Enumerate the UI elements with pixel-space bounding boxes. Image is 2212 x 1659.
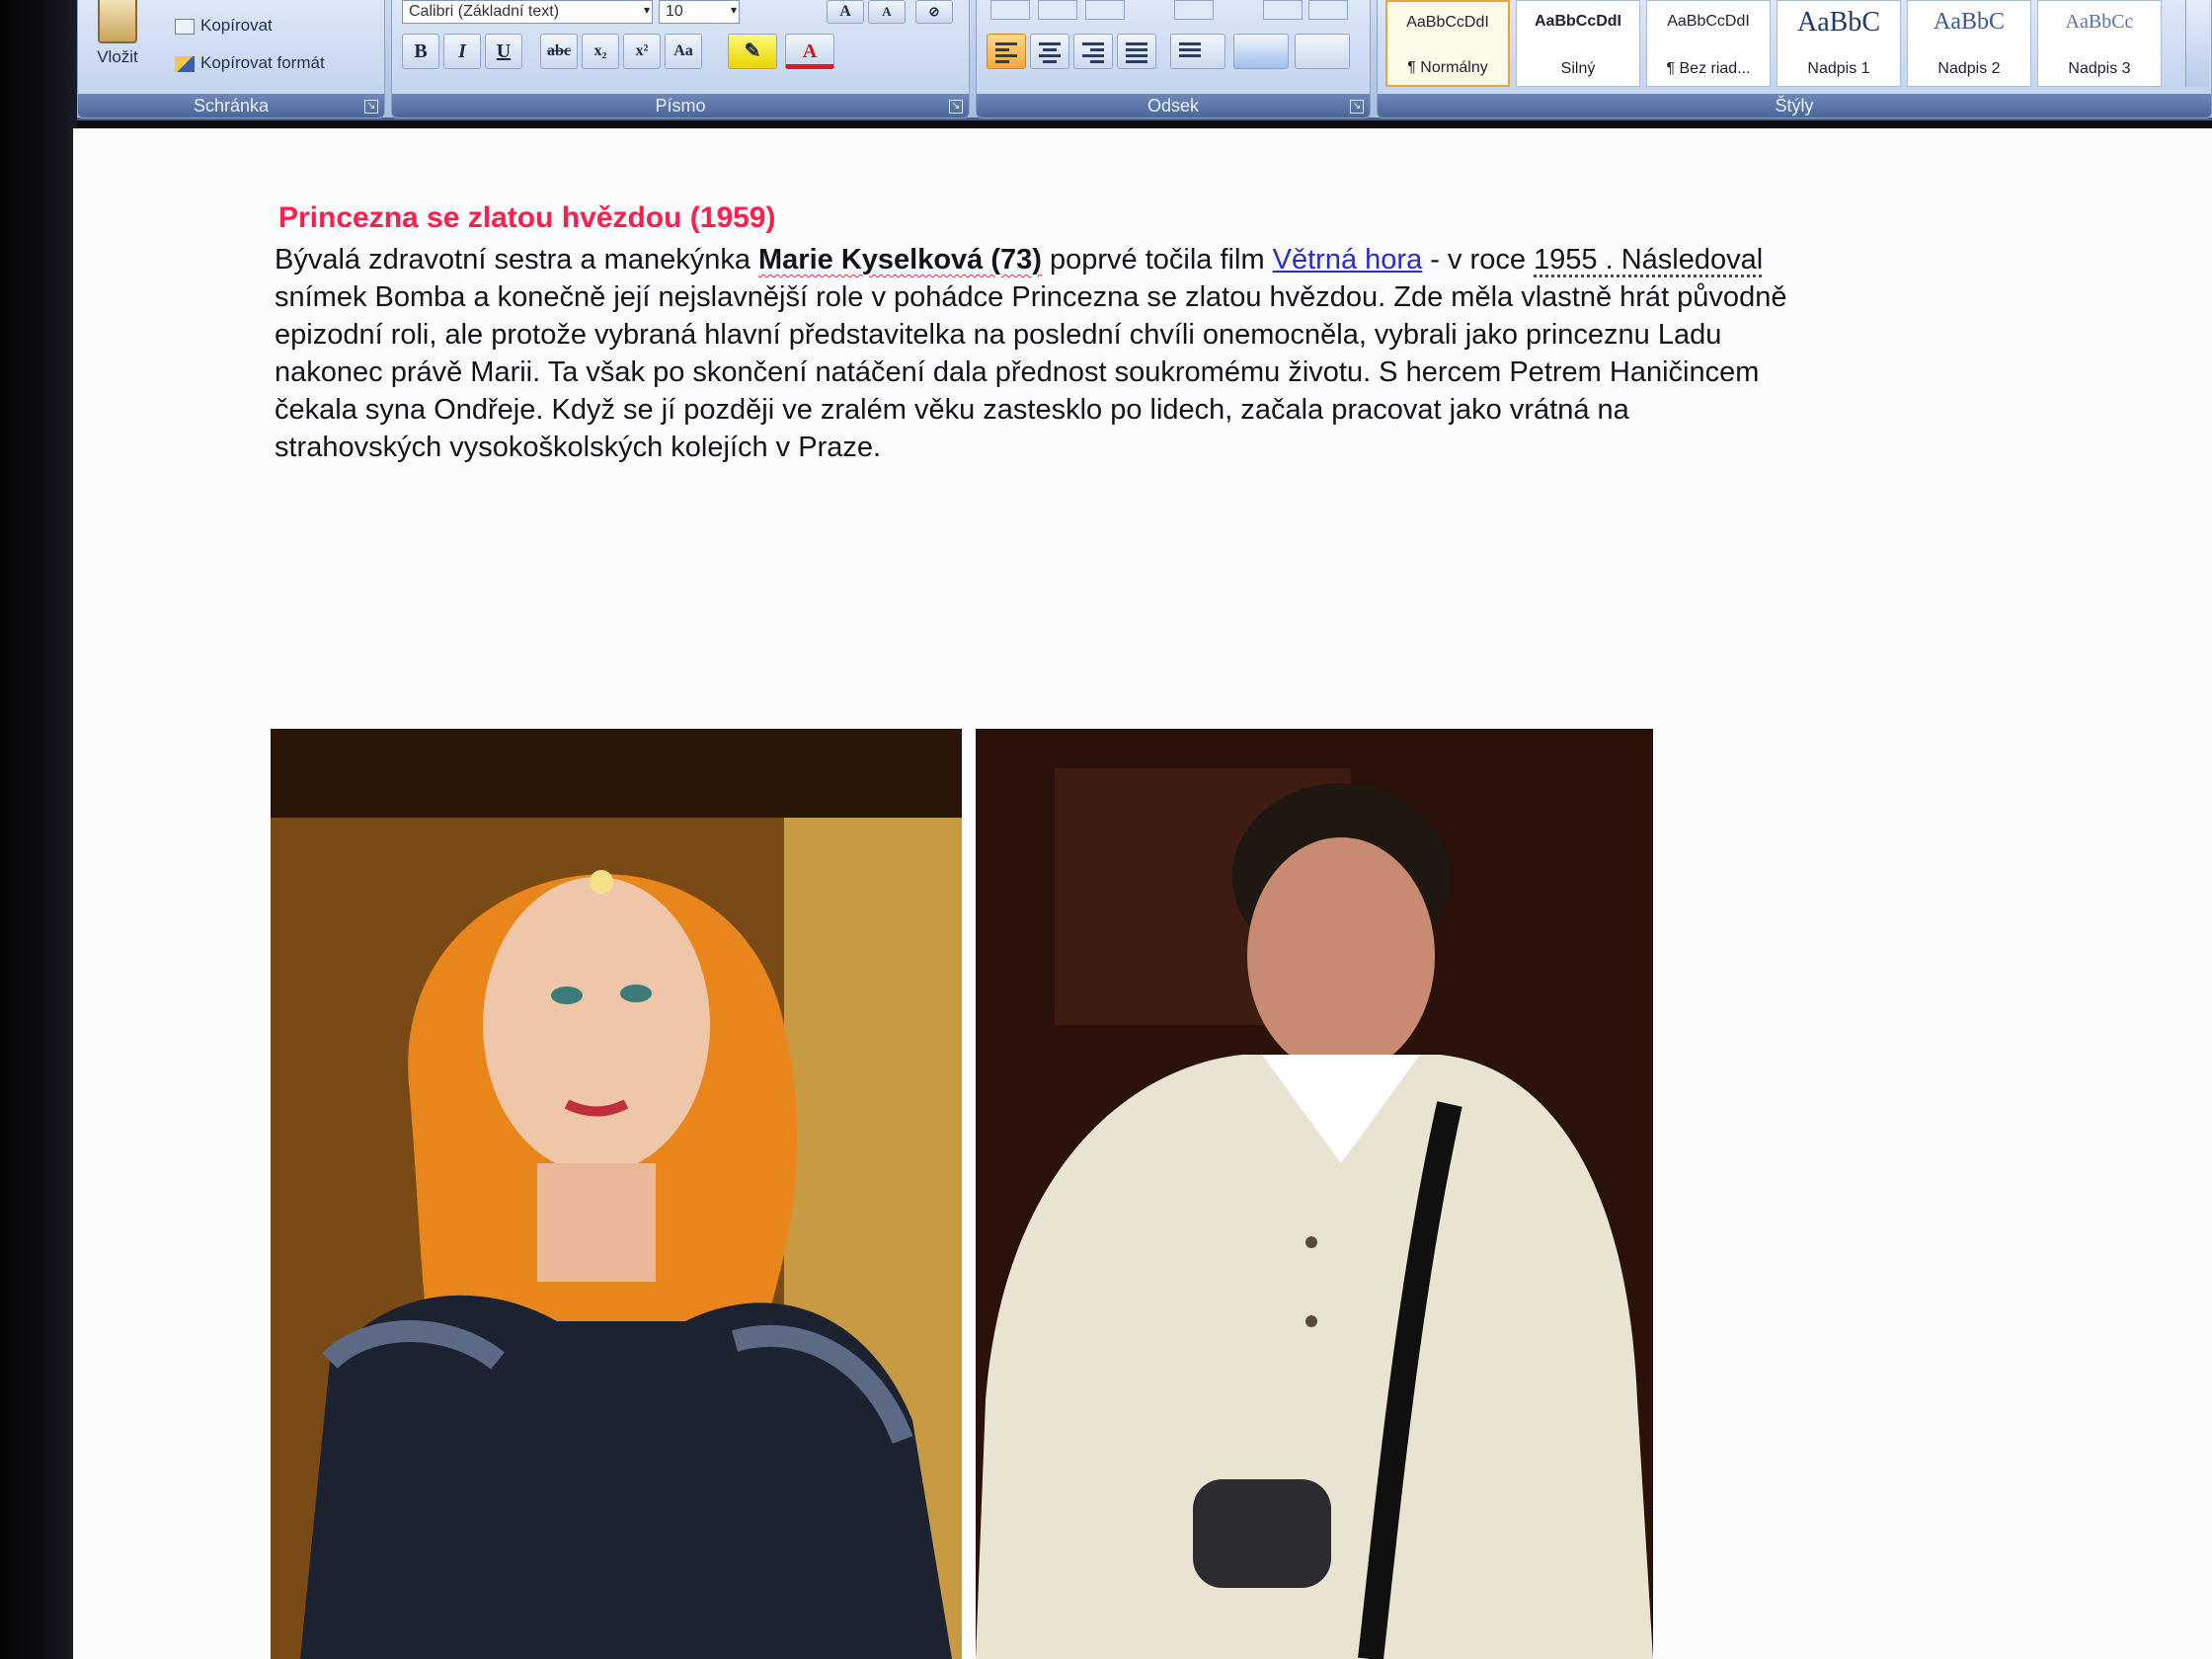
style-heading-2[interactable]: AaBbC Nadpis 2	[1907, 0, 2031, 87]
font-group-label: Písmo	[392, 94, 969, 118]
paragraph-line: čekala syna Ondřeje. Když se jí později …	[275, 394, 1629, 426]
line-spacing-button[interactable]	[1170, 34, 1225, 69]
clipboard-group-label: Schránka	[78, 94, 384, 118]
highlight-color-icon[interactable]: ✎	[728, 34, 777, 69]
align-right-icon	[1082, 42, 1104, 66]
multilevel-list-icon[interactable]	[1085, 0, 1125, 20]
format-painter-label: Kopírovat formát	[200, 53, 325, 72]
hyperlink-vetrna-hora[interactable]: Větrná hora	[1273, 244, 1423, 276]
chevron-down-icon: ▾	[643, 3, 650, 17]
ribbon: Vložit Kopírovat Kopírovat formát Schrán…	[77, 0, 2212, 120]
paragraph-group-label: Odsek	[977, 94, 1370, 118]
line-spacing-icon	[1179, 42, 1201, 60]
font-size-value: 10	[666, 3, 683, 20]
clipboard-launcher-icon[interactable]: ↘	[364, 100, 378, 114]
photo-princess[interactable]	[271, 729, 962, 1659]
paragraph-line: nakonec právě Marii. Ta však po skončení…	[275, 356, 1760, 388]
font-name-select[interactable]: Calibri (Základní text) ▾	[402, 0, 653, 24]
paste-button[interactable]: Vložit	[84, 0, 151, 87]
pilcrow-icon[interactable]	[1308, 0, 1348, 20]
font-group: Calibri (Základní text) ▾ 10 ▾ A A ⊘ B I U…	[391, 0, 970, 118]
paragraph-group: Odsek ↘	[976, 0, 1371, 118]
style-preview: AaBbC	[1934, 9, 2005, 35]
format-painter-button[interactable]: Kopírovat formát	[175, 53, 325, 73]
borders-icon[interactable]	[1295, 34, 1350, 69]
align-left-button[interactable]	[987, 34, 1026, 69]
font-launcher-icon[interactable]: ↘	[949, 100, 963, 114]
paragraph-line: strahovských vysokoškolských kolejích v …	[275, 432, 882, 463]
style-no-spacing[interactable]: AaBbCcDdI ¶ Bez riad...	[1646, 0, 1771, 87]
style-name: Nadpis 2	[1937, 60, 2001, 77]
paragraph-line: snímek Bomba a konečně její nejslavnější…	[275, 281, 1787, 313]
copy-label: Kopírovat	[200, 16, 273, 35]
bold-name: Marie Kyselková (73)	[758, 244, 1042, 276]
older-woman-illustration	[976, 729, 1653, 1659]
underline-button[interactable]: U	[485, 34, 522, 69]
clipboard-group: Vložit Kopírovat Kopírovat formát Schrán…	[77, 0, 385, 118]
style-heading-1[interactable]: AaBbC Nadpis 1	[1777, 0, 1901, 87]
style-strong[interactable]: AaBbCcDdI Silný	[1516, 0, 1640, 87]
style-preview: AaBbC	[1797, 7, 1880, 38]
shading-icon[interactable]	[1233, 34, 1289, 69]
paste-label: Vložit	[97, 47, 138, 66]
grow-font-button[interactable]: A	[827, 0, 864, 24]
change-case-button[interactable]: Aa	[665, 34, 702, 69]
style-normal[interactable]: AaBbCcDdI ¶ Normálny	[1385, 0, 1510, 87]
style-preview: AaBbCcDdI	[1667, 13, 1750, 30]
paragraph-line: Bývalá zdravotní sestra a manekýnka Mari…	[275, 241, 2092, 278]
styles-group-label: Štýly	[1378, 94, 2211, 118]
chevron-down-icon: ▾	[730, 3, 737, 17]
decrease-indent-icon[interactable]	[1174, 0, 1214, 20]
style-name: Silný	[1560, 60, 1596, 77]
document-body[interactable]: Bývalá zdravotní sestra a manekýnka Mari…	[275, 241, 2092, 466]
numbering-icon[interactable]	[1038, 0, 1077, 20]
copy-icon	[175, 18, 195, 35]
bold-button[interactable]: B	[402, 34, 439, 69]
justify-icon	[1126, 42, 1147, 66]
align-left-icon	[995, 42, 1017, 66]
font-color-icon[interactable]: A	[785, 34, 834, 69]
style-preview: AaBbCcDdI	[1534, 13, 1621, 30]
style-name: ¶ Bez riad...	[1666, 60, 1751, 77]
font-size-select[interactable]: 10 ▾	[659, 0, 740, 24]
paragraph-launcher-icon[interactable]: ↘	[1350, 100, 1364, 114]
text-run: - v roce	[1422, 244, 1535, 276]
document-title: Princezna se zlatou hvězdou (1959)	[278, 201, 776, 234]
paste-icon	[98, 0, 137, 43]
paragraph-line: epizodní roli, ale protože vybraná hlavn…	[275, 319, 1722, 351]
copy-button[interactable]: Kopírovat	[175, 16, 273, 36]
font-name-value: Calibri (Základní text)	[409, 3, 560, 20]
monitor-bezel	[0, 0, 77, 1659]
styles-group: AaBbCcDdI ¶ Normálny AaBbCcDdI Silný AaB…	[1377, 0, 2212, 118]
text-run: 1955 . Následoval	[1534, 244, 1764, 276]
princess-illustration	[271, 729, 962, 1659]
align-center-icon	[1039, 42, 1061, 66]
style-preview: AaBbCcDdI	[1406, 14, 1489, 31]
format-painter-icon	[175, 55, 195, 72]
strikethrough-button[interactable]: abc	[540, 34, 578, 69]
style-name: Nadpis 1	[1807, 60, 1870, 77]
style-heading-3[interactable]: AaBbCc Nadpis 3	[2037, 0, 2162, 87]
superscript-button[interactable]: x²	[623, 34, 661, 69]
bullets-icon[interactable]	[990, 0, 1030, 20]
clear-format-icon[interactable]: ⊘	[915, 0, 953, 24]
sort-icon[interactable]	[1263, 0, 1303, 20]
justify-button[interactable]	[1117, 34, 1156, 69]
style-name: Nadpis 3	[2068, 60, 2131, 77]
text-run: Bývalá zdravotní sestra a manekýnka	[275, 244, 759, 276]
shrink-font-button[interactable]: A	[868, 0, 906, 24]
styles-more-icon[interactable]	[2185, 0, 2209, 87]
photo-older-woman[interactable]	[976, 729, 1653, 1659]
style-preview: AaBbCc	[2065, 11, 2134, 33]
subscript-button[interactable]: x₂	[582, 34, 619, 69]
align-center-button[interactable]	[1030, 34, 1069, 69]
text-run: poprvé točila film	[1041, 244, 1273, 276]
style-name: ¶ Normálny	[1407, 59, 1488, 76]
align-right-button[interactable]	[1073, 34, 1113, 69]
italic-button[interactable]: I	[443, 34, 481, 69]
